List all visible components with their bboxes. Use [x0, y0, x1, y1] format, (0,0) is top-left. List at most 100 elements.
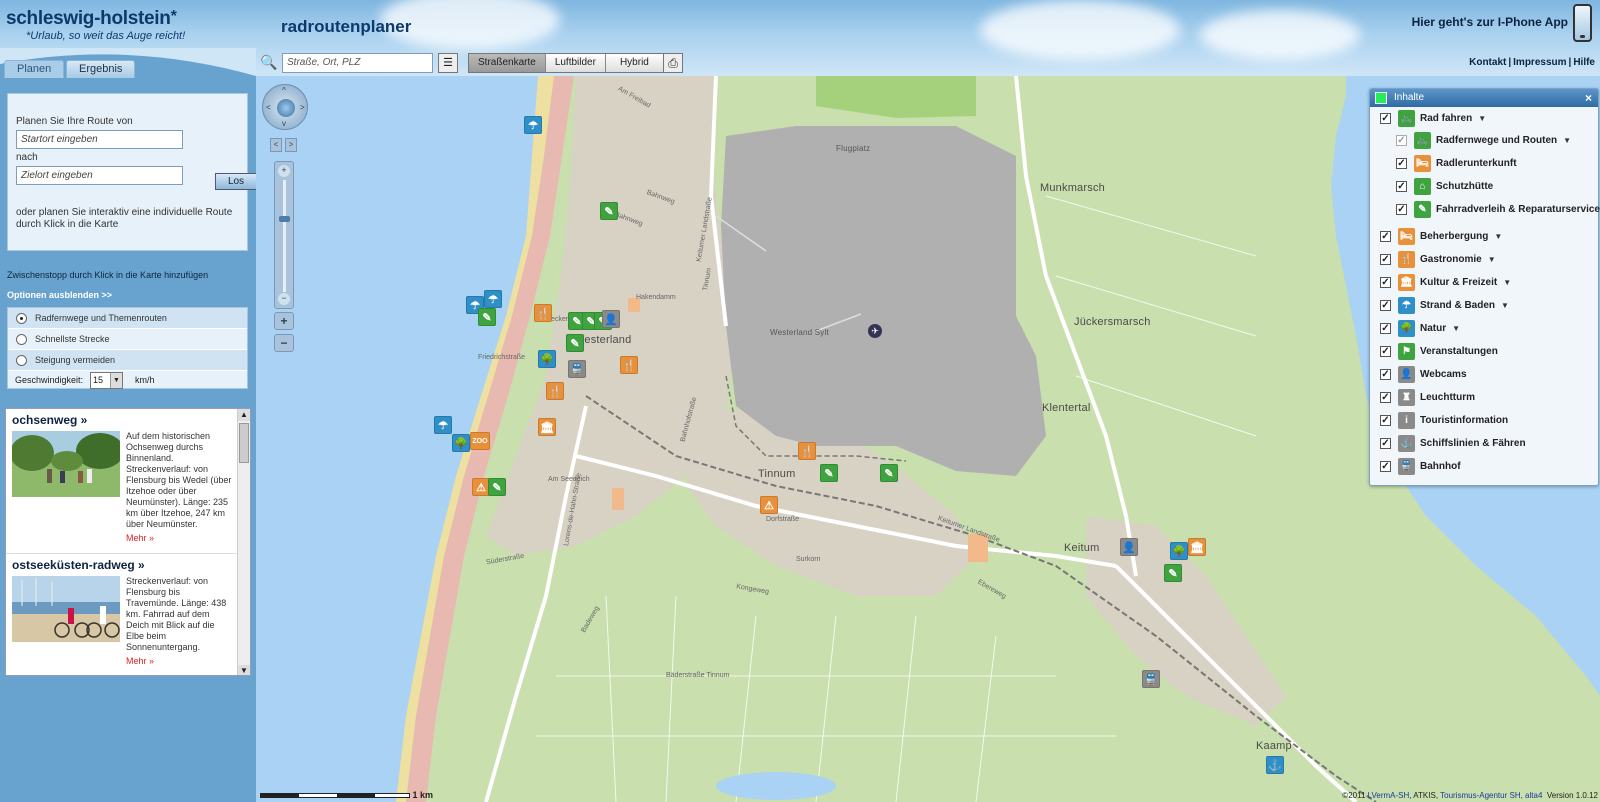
poi-marker-blue[interactable]: 🌳: [1170, 542, 1188, 560]
pan-up-icon[interactable]: ^: [282, 86, 286, 95]
kontakt-link[interactable]: Kontakt: [1468, 57, 1507, 68]
layer-checkbox[interactable]: ✓: [1396, 204, 1407, 215]
chevron-down-icon[interactable]: ▼: [1503, 278, 1511, 287]
zoom-slider[interactable]: + −: [274, 161, 294, 309]
chevron-down-icon[interactable]: ▼: [1494, 232, 1502, 241]
poi-marker-blue[interactable]: ☂: [484, 290, 502, 308]
impressum-link[interactable]: Impressum: [1512, 57, 1567, 68]
attribution-link[interactable]: LVermA-SH: [1368, 791, 1410, 800]
chevron-down-icon[interactable]: ▼: [1478, 114, 1486, 123]
poi-marker-blue[interactable]: 🌳: [538, 350, 556, 368]
close-icon[interactable]: ×: [1585, 89, 1592, 107]
chevron-down-icon[interactable]: ▼: [110, 373, 122, 388]
poi-marker-green[interactable]: ✎: [1164, 564, 1182, 582]
print-icon[interactable]: ⎙: [663, 53, 683, 73]
rotate-right-icon[interactable]: >: [285, 138, 297, 152]
chevron-down-icon[interactable]: ▼: [1452, 324, 1460, 333]
poi-marker-gray[interactable]: 🚆: [568, 360, 586, 378]
poi-marker-orange[interactable]: 🍴: [620, 356, 638, 374]
go-button[interactable]: Los: [215, 173, 257, 190]
route-title[interactable]: ostseeküsten-radweg »: [12, 558, 233, 572]
poi-marker-green[interactable]: ✎: [820, 464, 838, 482]
pan-down-icon[interactable]: v: [282, 119, 286, 128]
chevron-down-icon[interactable]: ▼: [1501, 301, 1509, 310]
zoom-in-button[interactable]: +: [274, 312, 294, 330]
pan-left-icon[interactable]: <: [266, 103, 271, 112]
layer-checkbox[interactable]: ✓: [1396, 181, 1407, 192]
option-steigung[interactable]: Steigung vermeiden: [8, 350, 247, 371]
maptype-luftbilder[interactable]: Luftbilder: [545, 54, 606, 72]
layer-checkbox[interactable]: ✓: [1396, 135, 1407, 146]
poi-marker-blue[interactable]: ⚓: [1266, 756, 1284, 774]
poi-marker-orange[interactable]: ⚠: [760, 496, 778, 514]
layer-checkbox[interactable]: ✓: [1380, 323, 1391, 334]
pan-right-icon[interactable]: >: [300, 103, 305, 112]
layer-checkbox[interactable]: ✓: [1380, 415, 1391, 426]
option-schnellste[interactable]: Schnellste Strecke: [8, 329, 247, 350]
poi-marker-orange[interactable]: 🏛: [1188, 538, 1206, 556]
radio-button[interactable]: [16, 355, 27, 366]
scroll-down-icon[interactable]: ▼: [238, 665, 250, 675]
tab-ergebnis[interactable]: Ergebnis: [66, 60, 136, 78]
rotate-left-icon[interactable]: <: [270, 138, 282, 152]
poi-marker-orange[interactable]: 🍴: [534, 304, 552, 322]
poi-marker-green[interactable]: ✎: [600, 202, 618, 220]
pan-control[interactable]: ^ v < >: [262, 84, 308, 130]
zoom-track[interactable]: [283, 180, 286, 292]
poi-marker-blue[interactable]: 🌳: [452, 434, 470, 452]
hilfe-link[interactable]: Hilfe: [1572, 57, 1596, 68]
tab-planen[interactable]: Planen: [4, 60, 65, 78]
poi-marker-green[interactable]: ✎: [880, 464, 898, 482]
poi-marker-orange[interactable]: 🍴: [546, 382, 564, 400]
layer-checkbox[interactable]: ✓: [1380, 113, 1391, 124]
layer-checkbox[interactable]: ✓: [1380, 461, 1391, 472]
iphone-app-link[interactable]: Hier geht's zur I-Phone App: [1412, 15, 1568, 29]
option-radfernwege[interactable]: Radfernwege und Themenrouten: [8, 308, 247, 329]
more-link[interactable]: Mehr »: [126, 533, 234, 544]
slider-minus-icon[interactable]: −: [278, 293, 290, 305]
more-link[interactable]: Mehr »: [126, 656, 234, 667]
poi-marker-gray[interactable]: 👤: [1120, 538, 1138, 556]
scroll-thumb[interactable]: [239, 423, 249, 463]
poi-marker-gray[interactable]: 👤: [602, 310, 620, 328]
layer-checkbox[interactable]: ✓: [1380, 231, 1391, 242]
poi-marker-green[interactable]: ✎: [488, 478, 506, 496]
globe-icon[interactable]: [277, 99, 295, 117]
slider-plus-icon[interactable]: +: [278, 165, 290, 177]
chevron-down-icon[interactable]: ▼: [1488, 255, 1496, 264]
destination-input[interactable]: Zielort eingeben: [16, 166, 183, 185]
poi-marker-green[interactable]: ✎: [566, 334, 584, 352]
poi-marker-orange[interactable]: ZOO: [470, 432, 490, 450]
poi-marker-orange[interactable]: 🏛: [538, 418, 556, 436]
zoom-out-button[interactable]: −: [274, 334, 294, 352]
speed-select[interactable]: 15 ▼: [90, 372, 123, 389]
route-list-scrollbar[interactable]: ▲ ▼: [237, 409, 250, 675]
zoom-knob[interactable]: [279, 216, 290, 222]
layer-checkbox[interactable]: ✓: [1380, 346, 1391, 357]
iphone-icon[interactable]: [1573, 4, 1592, 42]
start-input[interactable]: Startort eingeben: [16, 130, 183, 149]
radio-button[interactable]: [16, 313, 27, 324]
poi-marker-green[interactable]: ✎: [478, 308, 496, 326]
options-toggle-link[interactable]: Optionen ausblenden >>: [7, 290, 112, 300]
radio-button[interactable]: [16, 334, 27, 345]
layer-checkbox[interactable]: ✓: [1396, 158, 1407, 169]
route-title[interactable]: ochsenweg »: [12, 413, 233, 427]
poi-marker-gray[interactable]: 🚆: [1142, 670, 1160, 688]
map-search-input[interactable]: Straße, Ort, PLZ: [282, 53, 433, 73]
layer-checkbox[interactable]: ✓: [1380, 392, 1391, 403]
layer-checkbox[interactable]: ✓: [1380, 369, 1391, 380]
layer-checkbox[interactable]: ✓: [1380, 438, 1391, 449]
logo[interactable]: schleswig-holstein*: [6, 8, 177, 30]
attribution-link[interactable]: Tourismus-Agentur SH, alta4: [1440, 791, 1542, 800]
maptype-strassenkarte[interactable]: Straßenkarte: [469, 54, 546, 72]
poi-marker-blue[interactable]: ☂: [434, 416, 452, 434]
chevron-down-icon[interactable]: ▼: [1563, 136, 1571, 145]
list-icon[interactable]: ☰: [438, 53, 458, 73]
maptype-hybrid[interactable]: Hybrid: [605, 54, 663, 72]
layer-checkbox[interactable]: ✓: [1380, 254, 1391, 265]
layer-checkbox[interactable]: ✓: [1380, 300, 1391, 311]
poi-marker-blue[interactable]: ☂: [524, 116, 542, 134]
layer-checkbox[interactable]: ✓: [1380, 277, 1391, 288]
scroll-up-icon[interactable]: ▲: [238, 409, 250, 421]
